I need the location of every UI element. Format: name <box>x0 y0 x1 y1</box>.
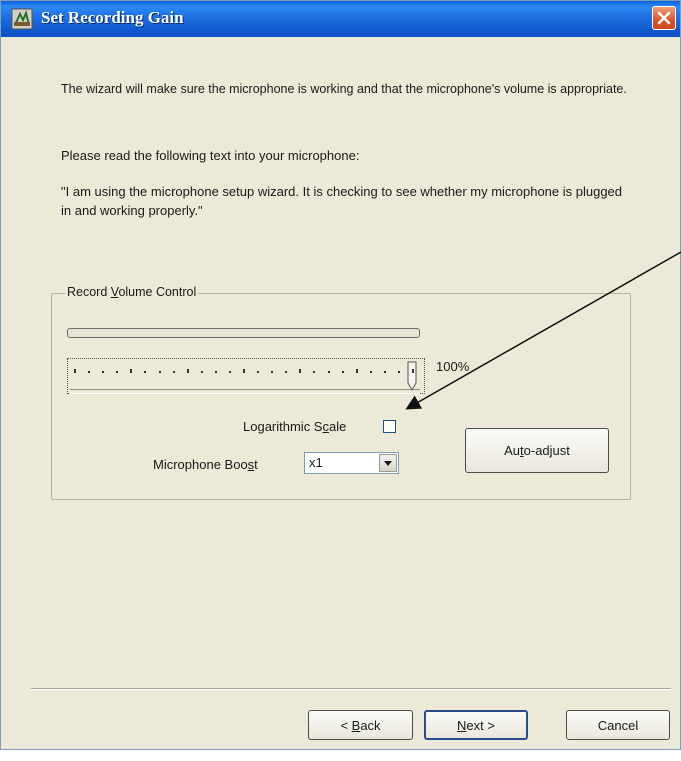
window-title: Set Recording Gain <box>41 8 184 27</box>
input-level-meter <box>67 328 420 338</box>
slider-tick <box>285 371 288 373</box>
close-icon <box>657 11 671 25</box>
slider-tick <box>299 369 302 373</box>
record-volume-slider[interactable] <box>67 358 425 394</box>
title-bar[interactable]: Set Recording Gain <box>1 1 680 37</box>
footer-separator <box>31 688 671 690</box>
volume-percent-label: 100% <box>436 359 470 374</box>
slider-thumb[interactable] <box>407 361 417 391</box>
slider-tick <box>144 371 147 373</box>
microphone-boost-label: Microphone Boost <box>153 457 258 472</box>
slider-tick <box>172 371 175 373</box>
slider-tick <box>116 371 119 373</box>
slider-tick <box>397 371 400 373</box>
slider-tick <box>369 371 372 373</box>
record-volume-control-label: Record Volume Control <box>65 285 199 299</box>
cancel-button[interactable]: Cancel <box>566 710 670 740</box>
slider-tick <box>271 371 274 373</box>
slider-tick <box>200 371 203 373</box>
slider-tick <box>88 371 91 373</box>
slider-tick <box>355 369 358 373</box>
slider-tick <box>412 369 414 373</box>
set-recording-gain-dialog: Set Recording Gain The wizard will make … <box>0 0 681 750</box>
next-button[interactable]: Next > <box>424 710 528 740</box>
app-icon <box>11 8 33 30</box>
slider-tick <box>158 371 161 373</box>
slider-tick <box>383 371 386 373</box>
slider-tick <box>341 371 344 373</box>
auto-adjust-button[interactable]: Auto-adjust <box>465 428 609 473</box>
slider-tick <box>243 369 245 373</box>
slider-tick <box>74 369 76 373</box>
slider-tick <box>214 371 217 373</box>
dropdown-button[interactable] <box>379 454 397 472</box>
slider-tick <box>130 369 133 373</box>
slider-tick <box>257 371 260 373</box>
chevron-down-icon <box>384 461 392 466</box>
read-aloud-quote: "I am using the microphone setup wizard.… <box>61 184 623 218</box>
slider-track <box>70 389 420 394</box>
slider-tick <box>313 371 316 373</box>
slider-tick <box>186 369 189 373</box>
instruction-text: Please read the following text into your… <box>61 148 360 163</box>
logarithmic-scale-label: Logarithmic Scale <box>243 419 347 434</box>
logarithmic-scale-checkbox[interactable] <box>383 420 396 433</box>
intro-text: The wizard will make sure the microphone… <box>61 82 627 96</box>
slider-tick <box>228 371 231 373</box>
microphone-boost-value: x1 <box>309 455 323 470</box>
slider-tick <box>102 371 105 373</box>
microphone-boost-select[interactable]: x1 <box>304 452 399 474</box>
close-button[interactable] <box>652 6 676 30</box>
back-button[interactable]: < Back <box>308 710 413 740</box>
slider-tick <box>327 371 330 373</box>
